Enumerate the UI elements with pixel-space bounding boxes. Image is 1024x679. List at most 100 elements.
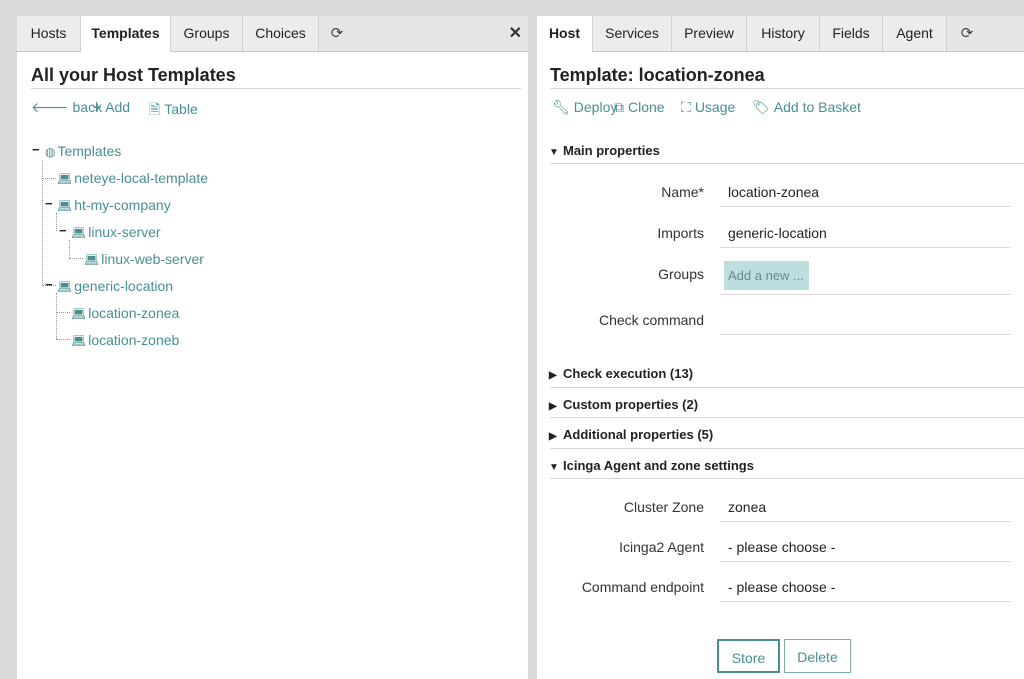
refresh-icon[interactable]: ⟳ (955, 16, 979, 51)
field-underline (720, 561, 1011, 562)
right-tabbar: Host Services Preview History Fields Age… (537, 16, 1024, 52)
tab-groups[interactable]: Groups (171, 16, 243, 51)
tree-guide (69, 258, 83, 259)
tab-agent[interactable]: Agent (883, 16, 947, 51)
tree-item[interactable]: 💻︎ generic-location (57, 278, 173, 294)
right-panel: Host Services Preview History Fields Age… (537, 0, 1024, 679)
groups-input[interactable]: Add a new ... (724, 261, 809, 290)
cluster-zone-select[interactable]: zonea (728, 499, 766, 515)
field-underline (720, 601, 1011, 602)
close-icon[interactable]: ✕ (509, 16, 522, 51)
name-input[interactable]: location-zonea (728, 184, 819, 200)
section-agent-zone[interactable]: ▼ Icinga Agent and zone settings (549, 458, 754, 473)
section-main-properties[interactable]: ▼ Main properties (549, 143, 660, 158)
section-additional-properties[interactable]: ▶ Additional properties (5) (549, 427, 713, 442)
section-divider (550, 478, 1024, 479)
imports-input[interactable]: generic-location (728, 225, 827, 241)
tree-guide (56, 312, 70, 313)
top-gutter (537, 0, 1024, 16)
arrow-left-icon: 🡐 (31, 99, 69, 115)
laptop-icon: 💻︎ (57, 280, 73, 294)
tree-guide (56, 293, 57, 339)
collapse-toggle[interactable]: − (32, 142, 40, 157)
tab-services[interactable]: Services (593, 16, 672, 51)
tree-item[interactable]: 💻︎ linux-server (71, 224, 161, 240)
tab-history[interactable]: History (747, 16, 820, 51)
icinga2-agent-label: Icinga2 Agent (619, 539, 704, 555)
groups-label: Groups (658, 266, 704, 282)
section-divider (550, 163, 1024, 164)
laptop-icon: 💻︎ (71, 334, 87, 348)
laptop-icon: 💻︎ (84, 253, 100, 267)
tab-choices[interactable]: Choices (243, 16, 319, 51)
section-divider (550, 448, 1024, 449)
section-check-execution[interactable]: ▶ Check execution (13) (549, 366, 693, 381)
caret-right-icon: ▶ (549, 401, 557, 412)
add-to-basket-link[interactable]: 🏷︎ Add to Basket (752, 99, 861, 116)
laptop-icon: 💻︎ (71, 226, 87, 240)
tree-guide (56, 339, 70, 340)
caret-right-icon: ▶ (549, 370, 557, 381)
collapse-toggle[interactable]: − (59, 223, 67, 238)
table-link[interactable]: 🗎 Table (149, 99, 198, 123)
tree-item[interactable]: 💻︎ location-zoneb (71, 332, 179, 348)
tree-guide (42, 178, 56, 179)
check-command-label: Check command (598, 312, 704, 328)
top-gutter (17, 0, 528, 16)
tab-fields[interactable]: Fields (820, 16, 883, 51)
field-underline (720, 521, 1011, 522)
section-custom-properties[interactable]: ▶ Custom properties (2) (549, 397, 698, 412)
tree-item[interactable]: 💻︎ linux-web-server (84, 251, 204, 267)
laptop-icon: 💻︎ (57, 172, 73, 186)
laptop-icon: 💻︎ (57, 199, 73, 213)
caret-down-icon: ▼ (549, 147, 559, 158)
title-divider (31, 88, 521, 89)
imports-label: Imports (657, 225, 704, 241)
field-underline (720, 247, 1011, 248)
collapse-toggle[interactable]: − (45, 277, 53, 292)
tree-guide (56, 213, 57, 231)
tree-item[interactable]: 💻︎ neteye-local-template (57, 170, 208, 186)
tab-preview[interactable]: Preview (672, 16, 747, 51)
command-endpoint-select[interactable]: - please choose - (728, 579, 835, 595)
left-panel: Hosts Templates Groups Choices ⟳ ✕ All y… (17, 0, 528, 679)
refresh-icon[interactable]: ⟳ (325, 16, 349, 51)
caret-right-icon: ▶ (549, 431, 557, 442)
store-button[interactable]: Store (717, 639, 780, 673)
left-tabbar: Hosts Templates Groups Choices ⟳ ✕ (17, 16, 528, 52)
tag-icon: 🏷︎ (752, 99, 770, 115)
delete-button[interactable]: Delete (784, 639, 851, 673)
tab-host[interactable]: Host (537, 16, 593, 52)
collapse-toggle[interactable]: − (45, 196, 53, 211)
caret-down-icon: ▼ (549, 462, 559, 473)
document-icon: 🗎 (149, 101, 161, 117)
cluster-zone-label: Cluster Zone (623, 499, 704, 515)
deploy-link[interactable]: 🔧︎ Deploy (552, 99, 617, 116)
page-title: Template: location-zonea (550, 65, 765, 85)
copy-icon: ⧉ (614, 99, 624, 115)
tab-templates[interactable]: Templates (81, 16, 171, 52)
back-link[interactable]: 🡐 back (31, 99, 102, 116)
field-underline (720, 294, 1011, 295)
icinga2-agent-select[interactable]: - please choose - (728, 539, 835, 555)
page-title: All your Host Templates (31, 65, 236, 85)
wrench-icon: 🔧︎ (552, 99, 570, 115)
field-underline (720, 206, 1011, 207)
tree-item[interactable]: 💻︎ location-zonea (71, 305, 179, 321)
tab-hosts[interactable]: Hosts (17, 16, 81, 51)
add-link[interactable]: + Add (93, 99, 130, 115)
globe-icon: ◍ (45, 145, 56, 159)
section-divider (550, 417, 1024, 418)
usage-link[interactable]: ⛶ Usage (681, 99, 735, 116)
section-divider (550, 387, 1024, 388)
command-endpoint-label: Command endpoint (581, 579, 704, 595)
title-divider (550, 88, 1024, 89)
tree-item[interactable]: 💻︎ ht-my-company (57, 197, 171, 213)
plus-icon: + (93, 99, 102, 115)
check-command-input[interactable] (720, 334, 1011, 335)
name-label: Name* (661, 184, 704, 200)
laptop-icon: 💻︎ (71, 307, 87, 321)
sitemap-icon: ⛶ (681, 99, 691, 115)
tree-item-templates[interactable]: ◍ Templates (45, 143, 121, 159)
clone-link[interactable]: ⧉ Clone (614, 99, 665, 116)
